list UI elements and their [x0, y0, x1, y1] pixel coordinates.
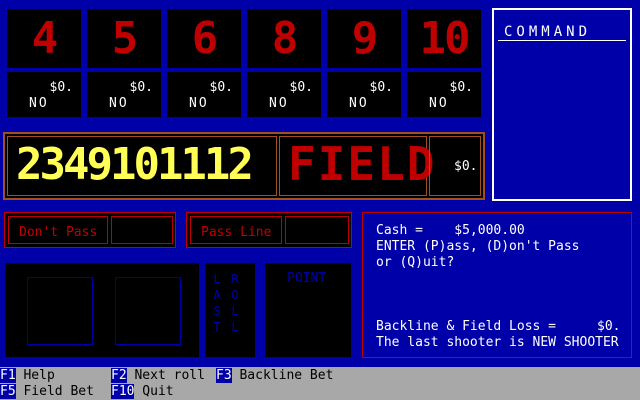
number-label: 4 [31, 12, 58, 64]
fkey-label: F2 [111, 368, 127, 383]
last-roll-box: L A S T R O L L [204, 262, 256, 358]
bet-amount: $0. [129, 80, 153, 95]
last-roll-letters-right: R O L L [229, 271, 241, 335]
bet-amount: $0. [449, 80, 473, 95]
f1-help-button[interactable]: F1 Help [0, 368, 55, 383]
bet-status: NO [189, 96, 209, 111]
point-label: POINT [287, 271, 327, 286]
bet-amount: $0. [369, 80, 393, 95]
pass-line-label: Pass Line [201, 225, 272, 240]
die-right [115, 277, 181, 345]
fkey-label: F3 [216, 368, 232, 383]
fkey-text: Backline Bet [231, 368, 334, 383]
number-bet-9[interactable]: $0. NO [326, 71, 402, 118]
number-label: 6 [191, 12, 218, 64]
field-bet-box: $0. [429, 136, 481, 196]
shooter-line: The last shooter is NEW SHOOTER [376, 335, 619, 350]
fkey-text: Help [15, 368, 55, 383]
bet-status: NO [109, 96, 129, 111]
field-bet-amount: $0. [454, 159, 478, 174]
fkey-text: Next roll [126, 368, 205, 383]
bet-status: NO [29, 96, 49, 111]
bet-amount: $0. [49, 80, 73, 95]
dont-pass-label: Don't Pass [19, 225, 98, 240]
number-bet-8[interactable]: $0. NO [246, 71, 322, 118]
bet-amount: $0. [289, 80, 313, 95]
number-box-10[interactable]: 10 [406, 8, 482, 69]
point-box: POINT [264, 262, 352, 358]
last-roll-letters-left: L A S T [211, 271, 223, 335]
number-box-4[interactable]: 4 [6, 8, 82, 69]
letter: S [213, 304, 221, 318]
number-box-6[interactable]: 6 [166, 8, 242, 69]
field-numbers-box: 2349101112 [7, 136, 277, 196]
letter: L [213, 272, 221, 286]
f5-field-bet-button[interactable]: F5 Field Bet [0, 384, 94, 399]
letter: R [231, 272, 239, 286]
dont-pass-bet-box [111, 216, 173, 244]
cash-line: Cash = $5,000.00 [376, 223, 525, 239]
f2-next-roll-button[interactable]: F2 Next roll [111, 368, 205, 383]
f3-backline-bet-button[interactable]: F3 Backline Bet [216, 368, 333, 383]
number-label: 9 [351, 12, 378, 64]
info-panel: Cash = $5,000.00 ENTER (P)ass, (D)on't P… [362, 212, 632, 358]
fkey-label: F10 [111, 384, 135, 399]
backline-value: $0. [597, 319, 621, 334]
cash-value: $5,000.00 [454, 223, 525, 238]
command-panel: COMMAND [492, 8, 632, 201]
die-left [27, 277, 93, 345]
prompt-line-1: ENTER (P)ass, (D)on't Pass [376, 239, 580, 254]
bet-status: NO [269, 96, 289, 111]
bet-amount: $0. [209, 80, 233, 95]
prompt-line-2: or (Q)uit? [376, 255, 455, 270]
number-bet-10[interactable]: $0. NO [406, 71, 482, 118]
fkey-label: F5 [0, 384, 16, 399]
cash-label: Cash = [376, 223, 423, 238]
letter: L [231, 320, 239, 334]
bet-status: NO [429, 96, 449, 111]
number-label: 8 [271, 12, 298, 64]
number-label: 10 [419, 12, 471, 64]
pass-line-area[interactable]: Pass Line [186, 212, 352, 248]
fkey-label: F1 [0, 368, 16, 383]
pass-line-bet-box [285, 216, 349, 244]
command-divider [498, 40, 626, 41]
dont-pass-label-box: Don't Pass [8, 216, 108, 244]
field-numbers: 2349101112 [16, 139, 254, 190]
f10-quit-button[interactable]: F10 Quit [111, 384, 174, 399]
number-label: 5 [111, 12, 138, 64]
number-bet-6[interactable]: $0. NO [166, 71, 242, 118]
number-box-8[interactable]: 8 [246, 8, 322, 69]
dice-area [4, 262, 200, 358]
field-word-box: FIELD [279, 136, 434, 196]
letter: T [213, 320, 221, 334]
backline-label: Backline & Field Loss = [376, 319, 557, 334]
bet-status: NO [349, 96, 369, 111]
number-bet-4[interactable]: $0. NO [6, 71, 82, 118]
field-bet-area[interactable]: 2349101112 FIELD $0. [3, 132, 485, 200]
pass-line-label-box: Pass Line [190, 216, 282, 244]
number-box-5[interactable]: 5 [86, 8, 162, 69]
fkey-text: Field Bet [15, 384, 94, 399]
fkey-text: Quit [134, 384, 174, 399]
number-bet-5[interactable]: $0. NO [86, 71, 162, 118]
function-key-bar: F1 Help F2 Next roll F3 Backline Bet F5 … [0, 367, 640, 400]
number-box-9[interactable]: 9 [326, 8, 402, 69]
letter: O [231, 288, 239, 302]
letter: L [231, 304, 239, 318]
letter: A [213, 288, 221, 302]
field-word: FIELD [288, 137, 437, 191]
dont-pass-area[interactable]: Don't Pass [4, 212, 176, 248]
command-title: COMMAND [504, 24, 592, 40]
